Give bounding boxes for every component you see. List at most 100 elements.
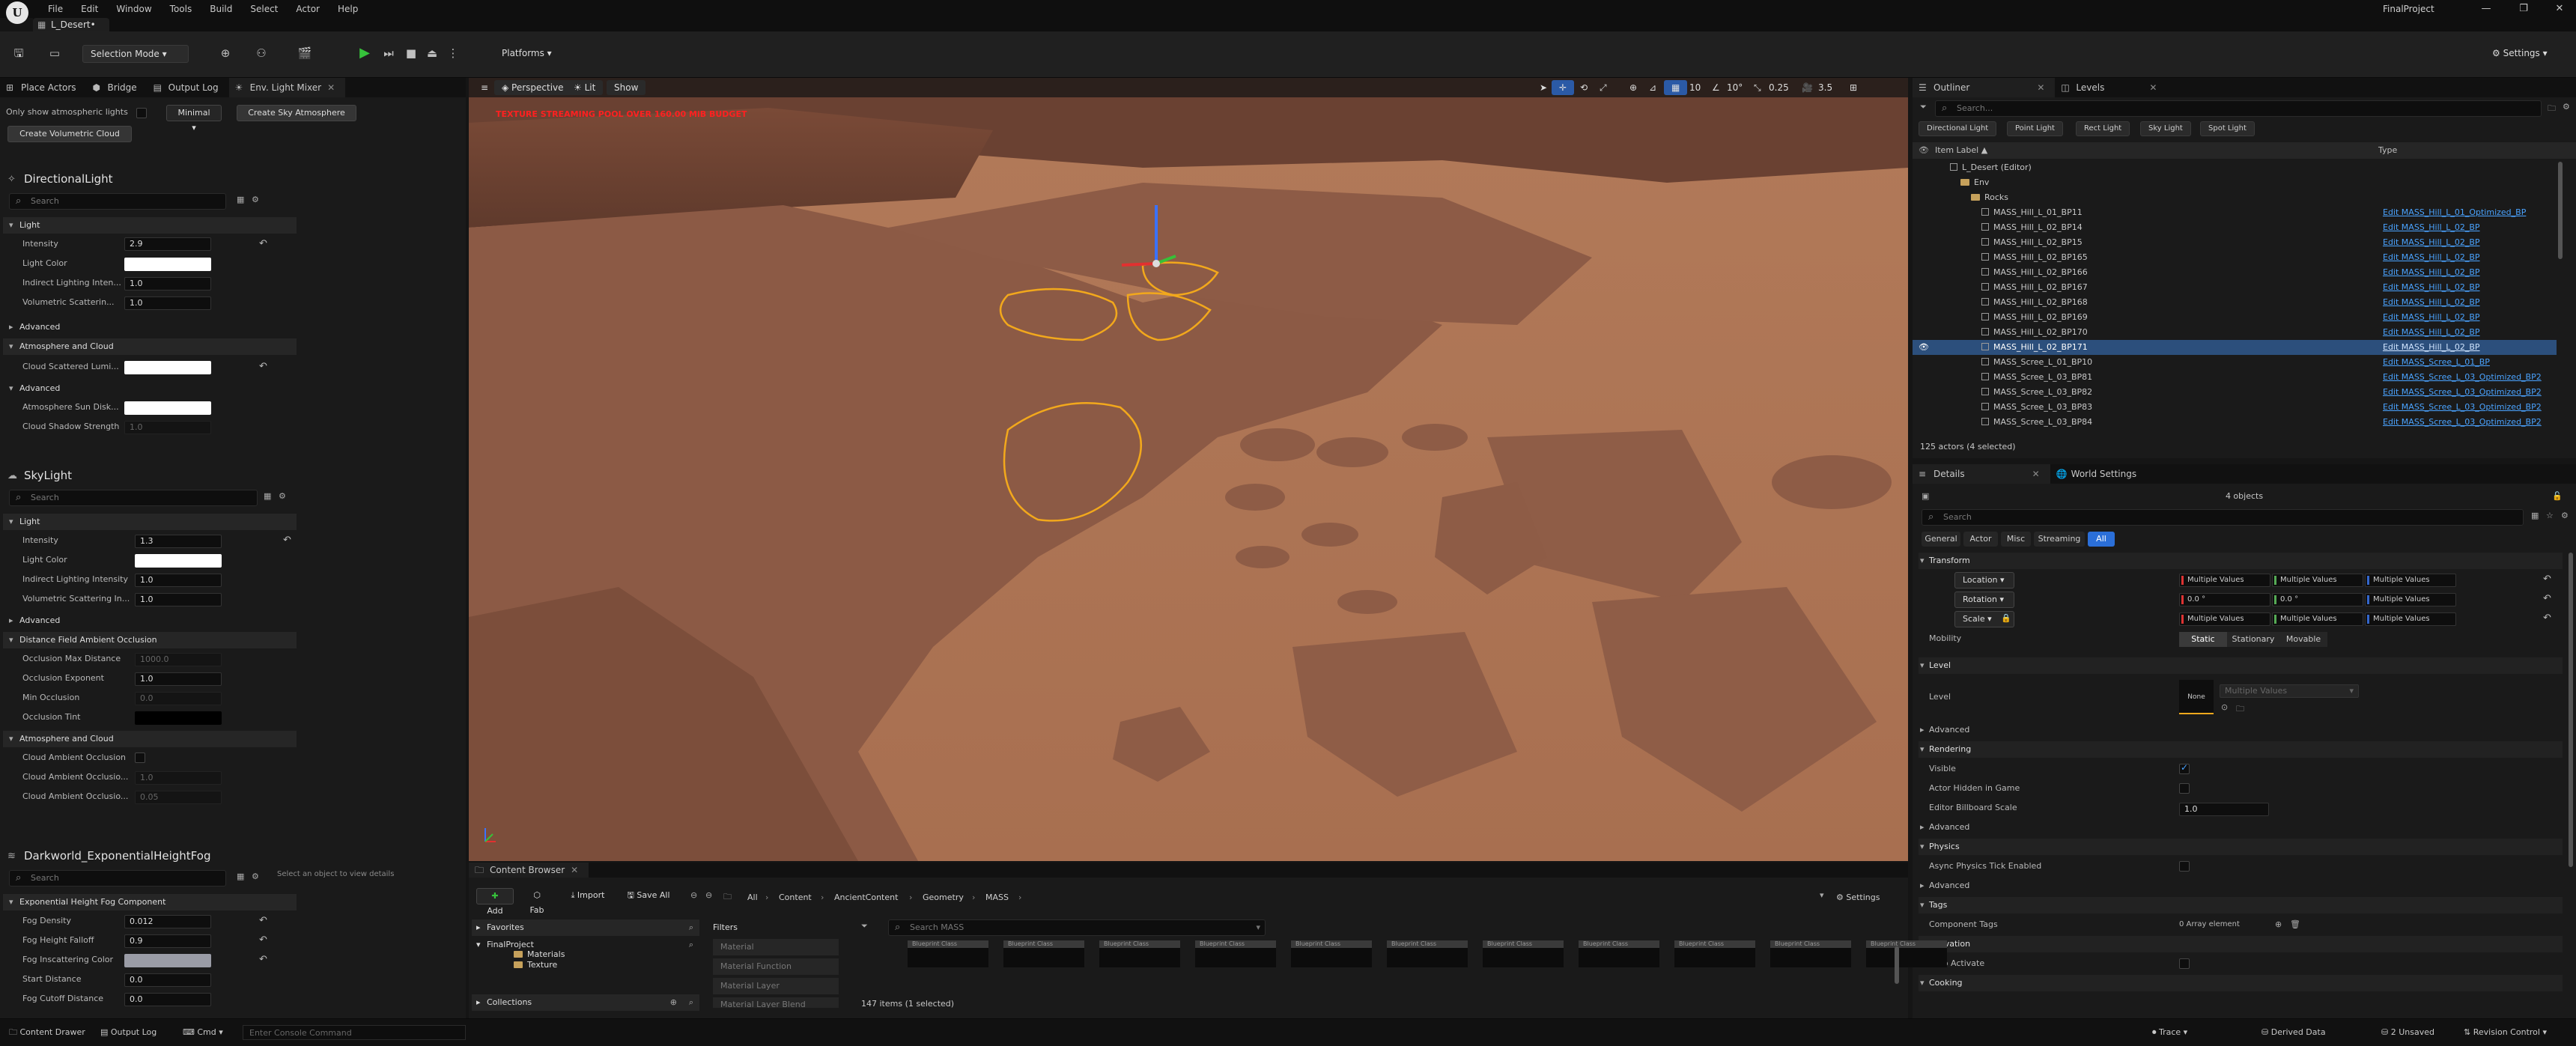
outliner-item-type-link[interactable]: Edit MASS_Hill_L_02_BP — [2383, 280, 2480, 295]
platforms-dropdown[interactable]: Platforms ▾ — [494, 45, 584, 63]
menu-window[interactable]: Window — [107, 0, 160, 18]
outliner-row[interactable]: L_Desert (Editor) — [1913, 160, 2557, 175]
reset-icon[interactable]: ↶ — [259, 934, 267, 946]
cat-transform[interactable]: Transform — [1919, 553, 2563, 569]
menu-help[interactable]: Help — [329, 0, 367, 18]
outliner-row[interactable]: MASS_Hill_L_02_BP165 Edit MASS_Hill_L_02_… — [1913, 250, 2557, 265]
col-item-label[interactable]: Item Label ▲ — [1935, 142, 1987, 159]
reset-icon[interactable]: ↶ — [283, 535, 291, 546]
outliner-row[interactable]: MASS_Scree_L_03_BP84 Edit MASS_Scree_L_03… — [1913, 415, 2557, 430]
asset-thumbnail[interactable]: Blueprint Class — [1483, 940, 1564, 967]
dl-category-atmosphere[interactable]: Atmosphere and Cloud — [3, 338, 297, 355]
filter-misc[interactable]: Misc — [2001, 532, 2031, 547]
only-atmospheric-checkbox[interactable] — [136, 108, 147, 118]
outliner-item-type-link[interactable]: Edit MASS_Hill_L_02_BP — [2383, 310, 2480, 325]
content-drawer-button[interactable]: 🗀 Content Drawer — [9, 1025, 85, 1040]
details-search-input[interactable]: Search — [1922, 509, 2524, 526]
close-button[interactable]: ✕ — [2545, 0, 2575, 18]
reset-icon[interactable]: ↶ — [259, 238, 267, 249]
outliner-item-type-link[interactable]: Edit MASS_Scree_L_01_BP — [2383, 355, 2490, 370]
add-actor-icon[interactable]: ⊕ — [217, 45, 234, 61]
filter-all[interactable]: All — [2088, 532, 2115, 547]
outliner-search-input[interactable]: Search... — [1935, 100, 2542, 117]
reset-icon[interactable]: ↶ — [259, 954, 267, 965]
menu-build[interactable]: Build — [201, 0, 241, 18]
outliner-item-type-link[interactable]: Edit MASS_Scree_L_03_Optimized_BP2 — [2383, 415, 2542, 430]
level-tab[interactable]: ▦ L_Desert• — [33, 18, 109, 31]
menu-file[interactable]: File — [39, 0, 72, 18]
outliner-row[interactable]: MASS_Hill_L_02_BP170 Edit MASS_Hill_L_02_… — [1913, 325, 2557, 340]
outliner-item-type-link[interactable]: Edit MASS_Hill_L_02_BP — [2383, 265, 2480, 280]
filter-actor[interactable]: Actor — [1963, 532, 1998, 547]
sl-occ-max-field[interactable]: 1000.0 — [135, 653, 222, 666]
reset-icon[interactable]: ↶ — [259, 915, 267, 926]
rotation-y-field[interactable]: 0.0 ° — [2272, 593, 2363, 606]
scale-x-field[interactable]: Multiple Values — [2179, 612, 2270, 626]
tab-levels[interactable]: ◫ Levels ✕ — [2055, 78, 2167, 97]
viewport-options-icon[interactable]: ≡ — [473, 80, 496, 95]
sl-intensity-field[interactable]: 1.3 — [135, 535, 222, 548]
skylight-search-input[interactable]: Search — [9, 490, 258, 506]
gear-icon[interactable]: ⚙ — [2563, 102, 2570, 112]
perspective-button[interactable]: ◈ Perspective — [494, 80, 571, 95]
table-view-icon[interactable]: ▦ — [237, 872, 244, 881]
create-sky-atmosphere-button[interactable]: Create Sky Atmosphere — [237, 105, 356, 121]
fog-search-input[interactable]: Search — [9, 870, 226, 887]
dl-intensity-field[interactable]: 2.9 — [124, 237, 211, 251]
show-button[interactable]: Show — [607, 80, 646, 95]
table-view-icon[interactable]: ▦ — [2531, 511, 2539, 520]
dl-category-advanced-2[interactable]: Advanced — [3, 380, 297, 397]
billboard-scale-field[interactable]: 1.0 — [2179, 803, 2269, 816]
rotation-dropdown[interactable]: Rotation ▾ — [1954, 592, 2014, 608]
cat-cooking[interactable]: Cooking — [1919, 975, 2563, 991]
more-icon[interactable]: ⋮ — [445, 45, 461, 61]
tab-details[interactable]: ≡ Details ✕ — [1913, 464, 2050, 484]
play-button[interactable]: ▶ — [356, 45, 373, 61]
location-x-field[interactable]: Multiple Values — [2179, 574, 2270, 587]
details-scrollbar[interactable] — [2569, 553, 2573, 867]
filter-spot-light[interactable]: Spot Light — [2200, 121, 2255, 136]
visible-checkbox[interactable] — [2179, 762, 2190, 774]
rotation-z-field[interactable]: Multiple Values — [2365, 593, 2456, 606]
gear-icon[interactable]: ⚙ — [279, 491, 286, 501]
asset-thumbnail[interactable]: Blueprint Class — [1770, 940, 1851, 967]
outliner-row[interactable]: Env — [1913, 175, 2557, 190]
scale-snap-value[interactable]: 0.25 — [1761, 80, 1796, 95]
mobility-stationary[interactable]: Stationary — [2227, 632, 2279, 647]
gear-icon[interactable]: ⚙ — [2561, 511, 2569, 520]
cinematics-icon[interactable]: 🎬 — [297, 45, 313, 61]
cat-tags[interactable]: Tags — [1919, 897, 2563, 913]
menu-edit[interactable]: Edit — [72, 0, 107, 18]
filter-streaming[interactable]: Streaming — [2034, 532, 2085, 547]
sl-category-advanced[interactable]: Advanced — [3, 612, 297, 629]
dl-category-light[interactable]: Light — [3, 217, 297, 234]
star-icon[interactable]: ☆ — [2546, 511, 2554, 520]
asset-thumbnail[interactable]: Blueprint Class — [1674, 940, 1755, 967]
outliner-row[interactable]: MASS_Scree_L_03_BP81 Edit MASS_Scree_L_03… — [1913, 370, 2557, 385]
settings-dropdown[interactable]: ⚙ Settings ▾ — [2485, 45, 2566, 63]
col-type[interactable]: Type — [2378, 142, 2397, 159]
outliner-item-type-link[interactable]: Edit MASS_Scree_L_03_Optimized_BP2 — [2383, 370, 2542, 385]
sl-min-occ-field[interactable]: 0.0 — [135, 692, 222, 705]
tab-env-light-mixer[interactable]: ☀ Env. Light Mixer ✕ — [228, 78, 346, 97]
fog-cutoff-field[interactable]: 0.0 — [124, 993, 211, 1006]
outliner-row[interactable]: MASS_Scree_L_03_BP83 Edit MASS_Scree_L_03… — [1913, 400, 2557, 415]
filter-icon[interactable]: ⏷ — [1920, 102, 1927, 112]
visibility-icon[interactable]: 👁 — [1919, 340, 1929, 355]
trash-icon[interactable]: 🗑 — [2290, 919, 2300, 929]
minimal-dropdown[interactable]: Minimal ▾ — [166, 105, 222, 133]
outliner-row[interactable]: Rocks — [1913, 190, 2557, 205]
sl-light-color-swatch[interactable] — [135, 554, 222, 568]
content-icon[interactable]: ▭ — [46, 45, 63, 61]
outliner-item-type-link[interactable]: Edit MASS_Hill_L_02_BP — [2383, 295, 2480, 310]
menu-actor[interactable]: Actor — [287, 0, 329, 18]
filter-rect-light[interactable]: Rect Light — [2076, 121, 2130, 136]
console-input[interactable]: Enter Console Command — [243, 1025, 466, 1040]
folder-icon[interactable]: 🗀 — [2236, 702, 2244, 717]
sl-category-light[interactable]: Light — [3, 514, 297, 530]
cat-physics[interactable]: Physics — [1919, 839, 2563, 855]
cmd-dropdown[interactable]: ⌨ Cmd ▾ — [183, 1025, 223, 1040]
cat-rendering[interactable]: Rendering — [1919, 741, 2563, 758]
rotation-x-field[interactable]: 0.0 ° — [2179, 593, 2270, 606]
cat-advanced-rendering[interactable]: Advanced — [1919, 819, 2563, 836]
